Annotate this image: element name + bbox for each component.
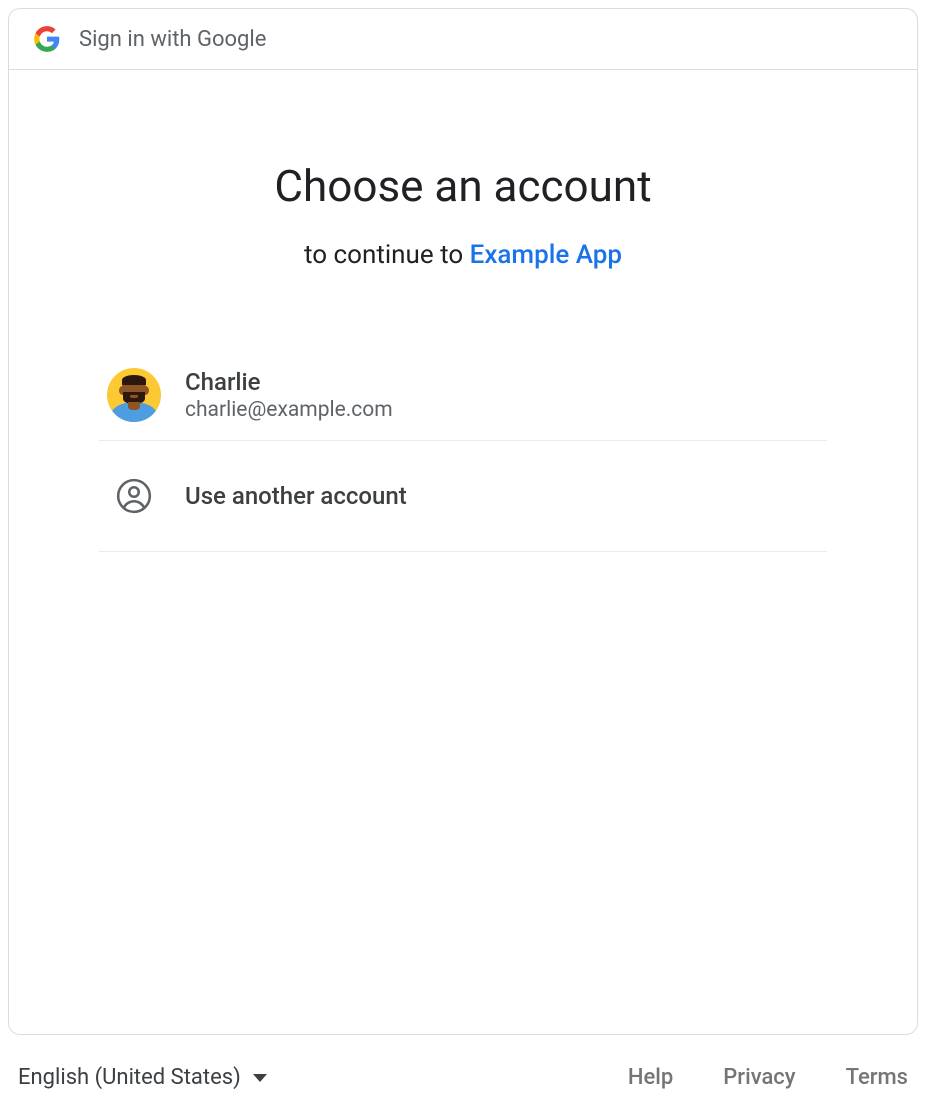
card-body: Choose an account to continue to Example… xyxy=(9,70,917,1034)
subtitle-prefix: to continue to xyxy=(304,240,470,270)
footer: English (United States) Help Privacy Ter… xyxy=(8,1035,918,1100)
account-row[interactable]: Charlie charlie@example.com xyxy=(99,350,827,441)
signin-card: Sign in with Google Choose an account to… xyxy=(8,8,918,1035)
use-another-account-row[interactable]: Use another account xyxy=(99,441,827,552)
privacy-link[interactable]: Privacy xyxy=(723,1065,795,1090)
use-another-account-label: Use another account xyxy=(185,482,407,510)
card-header: Sign in with Google xyxy=(9,9,917,70)
language-text: English (United States) xyxy=(18,1065,241,1090)
language-selector[interactable]: English (United States) xyxy=(18,1065,267,1090)
chevron-down-icon xyxy=(253,1074,267,1082)
account-info: Charlie charlie@example.com xyxy=(185,368,393,422)
account-email: charlie@example.com xyxy=(185,398,393,422)
app-name-link[interactable]: Example App xyxy=(470,240,622,270)
terms-link[interactable]: Terms xyxy=(846,1065,908,1090)
help-link[interactable]: Help xyxy=(628,1065,673,1090)
person-circle-icon xyxy=(107,469,161,523)
footer-links: Help Privacy Terms xyxy=(628,1065,908,1090)
google-logo-icon xyxy=(33,25,61,53)
account-name: Charlie xyxy=(185,368,393,396)
account-list: Charlie charlie@example.com Use another … xyxy=(99,350,827,552)
page-title: Choose an account xyxy=(99,160,827,212)
avatar xyxy=(107,368,161,422)
header-text: Sign in with Google xyxy=(79,27,266,52)
page-subtitle: to continue to Example App xyxy=(99,240,827,270)
